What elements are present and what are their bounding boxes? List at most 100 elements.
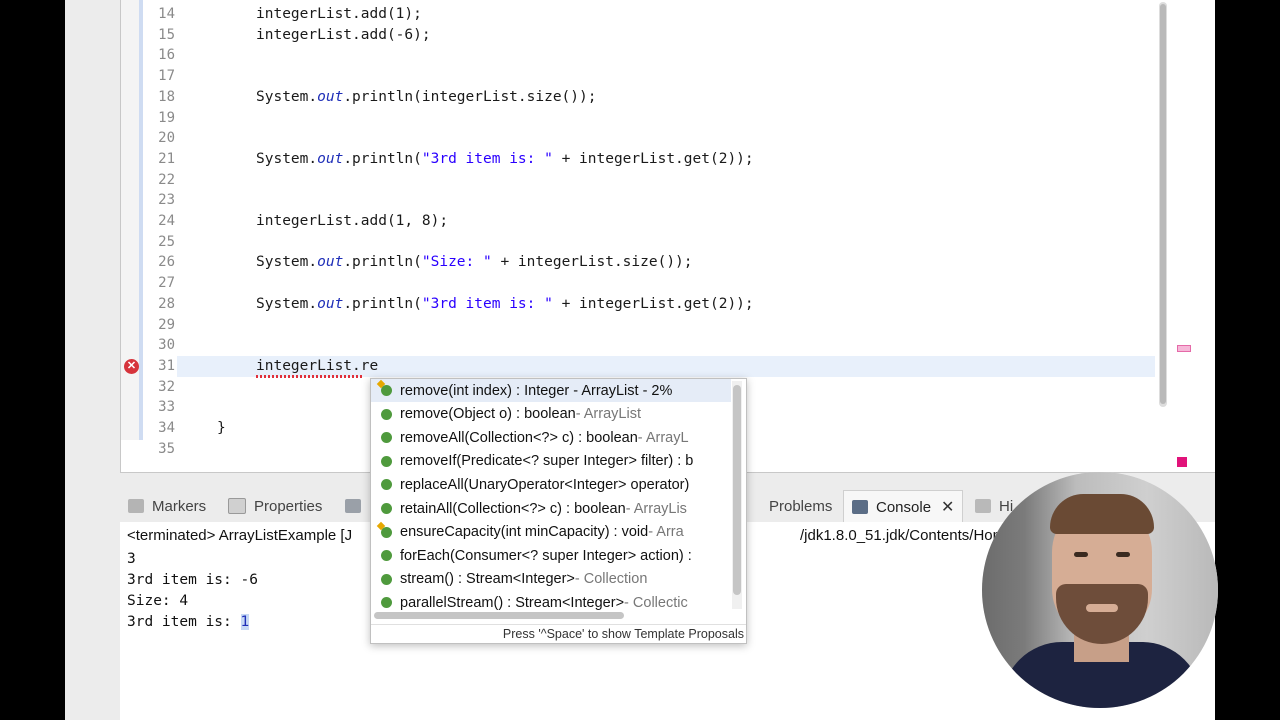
line-number: 20 (158, 130, 175, 147)
console-output-text: 3rd item is: (127, 614, 241, 630)
proposal-declaring-type: - Collectic (624, 594, 688, 611)
public-method-icon (381, 526, 392, 538)
code-token: "3rd item is: " (421, 150, 553, 167)
code-token: "3rd item is: " (421, 295, 553, 312)
line-number: 34 (158, 420, 175, 436)
proposal-declaring-type: - ArrayLis (625, 500, 687, 517)
proposal-signature: stream() : Stream<Integer> (400, 571, 575, 588)
public-method-icon (381, 432, 392, 444)
console-icon (852, 500, 868, 514)
code-line[interactable]: System.out.println(integerList.size()); (256, 87, 596, 107)
line-number: 28 (158, 295, 175, 312)
tab-properties[interactable]: Properties (228, 490, 322, 522)
proposal-signature: replaceAll(UnaryOperator<Integer> operat… (400, 476, 690, 493)
proposal-item[interactable]: stream() : Stream<Integer> - Collection (371, 568, 731, 591)
code-token: out (317, 295, 344, 312)
proposal-item[interactable]: removeIf(Predicate<? super Integer> filt… (371, 450, 731, 473)
overview-marker[interactable] (1177, 345, 1191, 352)
proposal-signature: retainAll(Collection<?> c) : boolean (400, 500, 626, 517)
code-token: System. (256, 295, 318, 312)
code-line[interactable]: integerList.add(-6); (256, 25, 431, 45)
properties-icon (228, 498, 246, 514)
proposal-scroll-thumb[interactable] (733, 385, 741, 595)
template-proposals-hint: Press '^Space' to show Template Proposal… (371, 624, 746, 643)
proposal-item[interactable]: forEach(Consumer<? super Integer> action… (371, 544, 731, 567)
code-token: System. (256, 150, 318, 167)
code-token: + integerList.get(2)); (552, 150, 754, 167)
error-x-icon[interactable]: ✕ (124, 359, 139, 374)
console-output-line: 3rd item is: -6 (127, 572, 258, 588)
line-number: 14 (158, 6, 175, 22)
line-number: 24 (158, 213, 175, 229)
line-number: 26 (158, 254, 175, 271)
public-method-icon (381, 597, 392, 609)
console-output-line: 3 (127, 551, 136, 567)
code-line[interactable]: System.out.println("Size: " + integerLis… (256, 252, 693, 272)
proposal-item[interactable]: removeAll(Collection<?> c) : boolean - A… (371, 426, 731, 449)
line-number: 23 (158, 192, 175, 209)
code-line[interactable]: integerList.add(1); (256, 4, 422, 24)
proposal-item[interactable]: ensureCapacity(int minCapacity) : void -… (371, 521, 731, 544)
tab-markers[interactable]: Markers (128, 490, 206, 522)
code-token: .println( (343, 295, 422, 312)
content-assist-popup[interactable]: remove(int index) : Integer - ArrayList … (370, 378, 747, 644)
proposal-list[interactable]: remove(int index) : Integer - ArrayList … (371, 379, 731, 611)
code-line[interactable]: System.out.println("3rd item is: " + int… (256, 149, 754, 169)
proposal-declaring-type: - ArrayList (575, 406, 641, 423)
proposal-item[interactable]: remove(int index) : Integer - ArrayList … (371, 379, 731, 402)
line-number: 16 (158, 47, 175, 64)
line-number: 35 (158, 440, 175, 457)
code-token: "Size: " (421, 254, 492, 271)
tab-markers-label: Markers (152, 497, 207, 515)
code-token: .println( (343, 254, 422, 271)
console-selected-value[interactable]: 1 (240, 614, 250, 630)
line-number: 19 (158, 109, 175, 126)
presenter-webcam (982, 472, 1218, 708)
proposal-signature: remove(int index) : Integer - ArrayList … (400, 382, 673, 399)
line-number: 21 (158, 150, 175, 167)
annotation-ruler (121, 0, 139, 440)
proposal-signature: removeIf(Predicate<? super Integer> filt… (400, 453, 694, 470)
change-ruler (139, 0, 143, 440)
proposal-signature: forEach(Consumer<? super Integer> action… (400, 547, 692, 564)
public-method-icon (381, 573, 392, 585)
console-terminated-label: <terminated> ArrayListExample [J (127, 527, 353, 544)
problems-icon (745, 499, 761, 513)
proposal-signature: remove(Object o) : boolean (400, 406, 576, 423)
code-token: out (317, 88, 344, 105)
proposal-item[interactable]: remove(Object o) : boolean - ArrayList (371, 403, 731, 426)
line-number: 17 (158, 68, 175, 85)
code-line[interactable]: System.out.println("3rd item is: " + int… (256, 294, 754, 314)
line-number: 15 (158, 26, 175, 43)
public-method-icon (381, 479, 392, 491)
code-line[interactable]: integerList.add(1, 8); (256, 211, 448, 231)
line-number: 27 (158, 275, 175, 292)
code-line[interactable]: integerList.re (256, 356, 378, 376)
tab-problems[interactable]: Problems (745, 490, 832, 522)
tab-properties-label: Properties (254, 497, 323, 515)
line-number: 30 (158, 337, 175, 354)
close-console-icon[interactable]: ✕ (941, 497, 954, 517)
public-method-icon (381, 455, 392, 467)
public-method-icon (381, 408, 392, 420)
tab-console[interactable]: Console ✕ (843, 490, 964, 523)
tab-servers[interactable] (345, 490, 369, 522)
editor-scroll-thumb[interactable] (1160, 4, 1166, 404)
proposal-item[interactable]: retainAll(Collection<?> c) : boolean - A… (371, 497, 731, 520)
code-token: out (317, 254, 344, 271)
code-line[interactable]: } (217, 418, 226, 438)
overview-error-marker[interactable] (1177, 457, 1187, 467)
proposal-declaring-type: - ArrayL (637, 429, 689, 446)
line-number: 33 (158, 399, 175, 416)
line-number: 22 (158, 171, 175, 188)
line-number: 25 (158, 233, 175, 250)
proposal-item[interactable]: parallelStream() : Stream<Integer> - Col… (371, 591, 731, 611)
code-token: + integerList.get(2)); (552, 295, 754, 312)
code-token: System. (256, 254, 318, 271)
public-method-icon (381, 503, 392, 514)
proposal-signature: parallelStream() : Stream<Integer> (400, 594, 625, 611)
code-token: .println( (343, 150, 422, 167)
console-output-line: 3rd item is: 1 (127, 614, 250, 630)
proposal-item[interactable]: replaceAll(UnaryOperator<Integer> operat… (371, 473, 731, 496)
proposal-horizontal-scroll-thumb[interactable] (374, 612, 624, 619)
